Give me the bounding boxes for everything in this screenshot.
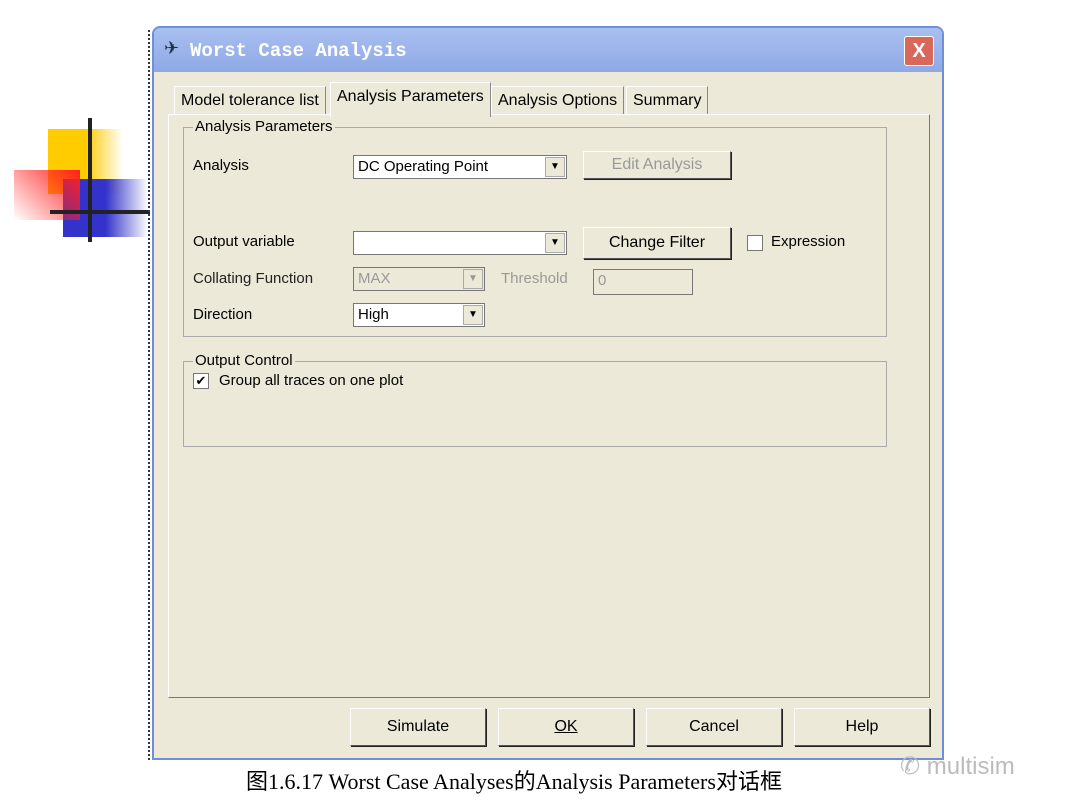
close-button[interactable]: X [904,36,934,66]
watermark-text: multisim [926,753,1015,780]
analysis-parameters-group-label: Analysis Parameters [193,118,335,135]
watermark: ✆ multisim [900,752,1015,781]
slide-dotted-line [148,30,150,760]
slide-logo [10,115,150,245]
edit-analysis-button[interactable]: Edit Analysis [583,151,731,179]
group-traces-checkbox[interactable]: ✔ [193,373,209,389]
collating-function-label: Collating Function [193,270,314,287]
simulate-button[interactable]: Simulate [350,708,486,746]
figure-caption: 图1.6.17 Worst Case Analyses的Analysis Par… [246,769,782,794]
group-traces-label: Group all traces on one plot [219,372,404,389]
tab-analysis-parameters[interactable]: Analysis Parameters [330,82,491,117]
direction-value: High [358,306,389,323]
expression-label: Expression [771,233,846,250]
output-variable-select[interactable]: ▼ [353,231,567,255]
cancel-button[interactable]: Cancel [646,708,782,746]
title-bar[interactable]: ✈ Worst Case Analysis X [154,28,942,72]
collating-function-select[interactable]: MAX ▼ [353,267,485,291]
tab-analysis-options[interactable]: Analysis Options [491,86,625,115]
window-title: Worst Case Analysis [190,40,407,62]
change-filter-button[interactable]: Change Filter [583,227,731,259]
chevron-down-icon[interactable]: ▼ [463,269,483,289]
expression-checkbox[interactable] [747,235,763,251]
chevron-down-icon[interactable]: ▼ [545,157,565,177]
tab-model-tolerance-list[interactable]: Model tolerance list [174,86,326,115]
help-button[interactable]: Help [794,708,930,746]
wechat-icon: ✆ [900,753,927,780]
tab-panel: Analysis Parameters Analysis DC Operatin… [168,114,930,698]
threshold-input[interactable]: 0 [593,269,693,295]
threshold-label: Threshold [501,270,568,287]
output-control-group-label: Output Control [193,352,295,369]
dialog-window: ✈ Worst Case Analysis X Model tolerance … [152,26,944,760]
direction-label: Direction [193,306,253,323]
direction-select[interactable]: High ▼ [353,303,485,327]
analysis-label: Analysis [193,157,249,174]
ok-button[interactable]: OK [498,708,634,746]
app-icon: ✈ [164,38,180,58]
chevron-down-icon[interactable]: ▼ [545,233,565,253]
analysis-value: DC Operating Point [358,158,489,175]
chevron-down-icon[interactable]: ▼ [463,305,483,325]
collating-function-value: MAX [358,270,391,287]
analysis-select[interactable]: DC Operating Point ▼ [353,155,567,179]
output-variable-label: Output variable [193,233,295,250]
tab-summary[interactable]: Summary [626,86,709,115]
